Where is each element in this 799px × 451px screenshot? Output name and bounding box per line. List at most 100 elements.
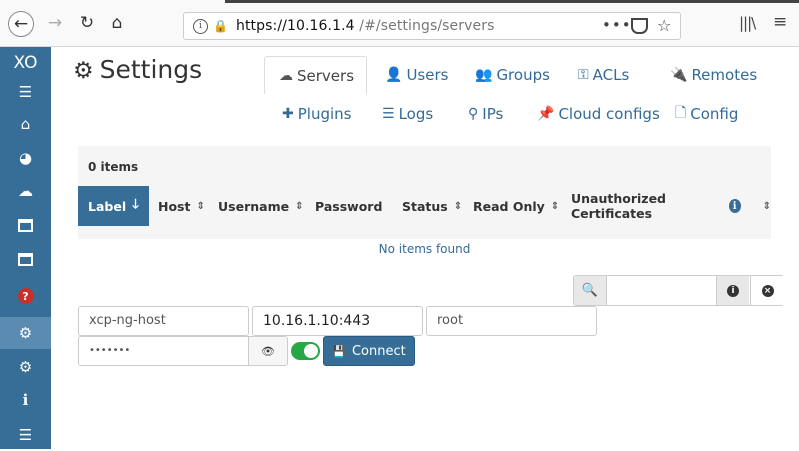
url-text[interactable]: https://10.16.1.4 /#/settings/servers [236,18,494,34]
tab-label: Cloud configs [558,105,660,123]
xo-logo[interactable]: XO [0,53,51,73]
filter-input[interactable] [608,276,718,305]
menu-icon[interactable]: ☰ [0,76,51,108]
table-header: Label 🡓 Host ⇕ Username ⇕ Password Status ⇕ … [78,186,771,226]
info-icon: i [727,284,739,297]
tab-logs[interactable]: ☰ Logs [382,95,433,133]
password-input[interactable]: ••••••• [78,336,249,366]
column-password-text: Password [315,198,383,214]
gears-icon[interactable]: ⚙ [0,351,51,383]
column-status[interactable]: Status ⇕ [402,186,462,226]
tab-plugins[interactable]: ✚ Plugins [282,95,351,133]
empty-message: No items found [378,242,471,256]
save-icon: 💾 [332,344,346,358]
tab-label: Users [406,66,449,84]
user-icon: 👤 [385,67,403,83]
column-host[interactable]: Host ⇕ [158,186,205,226]
home-button[interactable]: ⌂ [106,12,128,34]
page-header: ⚙ Settings ☁ Servers 👤 Users 👥 Groups ⚿ ACLs … [51,47,799,134]
username-input[interactable]: root [426,306,597,336]
archive-ng-icon[interactable] [0,243,51,275]
info-icon[interactable]: i [0,384,51,416]
connect-button[interactable]: 💾 Connect [323,336,415,366]
connect-label: Connect [351,343,406,359]
url-host: https://10.16.1.4 [236,18,355,34]
column-username[interactable]: Username ⇕ [218,186,303,226]
tab-acls[interactable]: ⚿ ACLs [578,56,629,94]
browser-menu-icon[interactable]: ≡ [773,12,787,32]
allow-unauthorized-toggle[interactable] [291,342,320,360]
dashboard-icon[interactable]: ◕ [0,142,51,174]
site-info-icon[interactable]: i [193,19,208,34]
tab-remotes[interactable]: 🔌 Remotes [670,56,757,94]
sidebar: XO ☰ ⌂ ◕ ☁ ? ⚙ ⚙ i ☰ [0,47,51,449]
sidebar-item-settings[interactable]: ⚙ [0,317,51,349]
items-count: 0 items [88,160,139,174]
browser-toolbar: ← → ↻ ⌂ i 🔒 https://10.16.1.4 /#/setting… [0,0,799,47]
pocket-icon[interactable] [631,18,648,34]
column-status-text: Status [402,198,448,214]
tab-label: Remotes [691,66,758,84]
table-filter: 🔍 i × [573,275,784,306]
column-label-text: Label [88,198,127,214]
tab-servers[interactable]: ☁ Servers [264,56,367,94]
info-icon[interactable]: i [728,199,741,213]
cloud-icon: ☁ [279,67,293,84]
tab-label: ACLs [592,66,630,84]
column-read-only-text: Read Only [473,198,545,214]
plug-icon: 🔌 [670,67,688,83]
bookmark-star-icon[interactable]: ☆ [657,16,671,35]
column-unauth-text: Unauthorized Certificates [571,191,666,221]
lock-icon[interactable]: 🔒 [213,19,228,33]
tab-ips[interactable]: ⚲ IPs [468,95,503,133]
window-edge [225,0,799,3]
sort-icon: ⇕ [453,200,463,212]
tab-cloud-configs[interactable]: 📌 Cloud configs [537,95,660,133]
page-actions-icon[interactable]: ••• [602,16,632,34]
forward-button[interactable]: → [44,12,66,34]
map-marker-icon: ⚲ [468,106,479,122]
tab-label: IPs [482,105,504,123]
cloud-icon[interactable]: ☁ [0,175,51,207]
sort-icon: ⇕ [762,200,771,212]
archive-icon[interactable] [0,209,51,241]
tab-label: Config [690,105,739,123]
toggle-knob [304,344,318,358]
help-button[interactable]: ? [0,280,51,312]
sort-icon: ⇕ [550,200,560,212]
tab-label: Logs [398,105,434,123]
address-bar[interactable]: i 🔒 https://10.16.1.4 /#/settings/server… [183,12,681,40]
reload-button[interactable]: ↻ [76,12,98,34]
filter-info-button[interactable]: i [716,276,749,305]
label-input[interactable]: xcp-ng-host [78,306,249,336]
file-icon: 🗋 [675,105,687,121]
host-input[interactable]: 10.16.1.10:443 [252,306,423,336]
list-icon: ☰ [382,106,395,122]
gear-icon: ⚙ [73,58,94,84]
eye-slash-icon: 👁 [261,344,275,358]
column-read-only[interactable]: Read Only ⇕ [473,186,559,226]
tab-groups[interactable]: 👥 Groups [475,56,550,94]
home-icon[interactable]: ⌂ [0,108,51,140]
tab-users[interactable]: 👤 Users [385,56,448,94]
library-icon[interactable]: |||\ [739,14,756,32]
tab-label: Groups [496,66,550,84]
search-icon: 🔍 [574,276,607,305]
sort-icon: ⇕ [295,200,304,212]
key-icon: ⚿ [578,67,589,83]
puzzle-icon: ✚ [282,106,294,122]
column-label[interactable]: Label 🡓 [78,186,149,226]
tab-label: Servers [297,66,355,85]
tab-label: Plugins [297,105,352,123]
page-title-text: Settings [99,55,203,84]
column-host-text: Host [158,198,191,214]
clear-filter-button[interactable]: × [750,276,784,305]
close-icon: × [761,284,774,297]
toggle-password-visibility-button[interactable]: 👁 [248,336,288,366]
page-title: ⚙ Settings [73,55,202,84]
column-unauthorized-certificates[interactable]: Unauthorized Certificates i ⇕ [571,186,771,226]
back-button[interactable]: ← [8,11,34,37]
url-path: /#/settings/servers [359,18,495,34]
tab-config[interactable]: 🗋 Config [675,95,738,133]
database-icon[interactable]: ☰ [0,419,51,451]
